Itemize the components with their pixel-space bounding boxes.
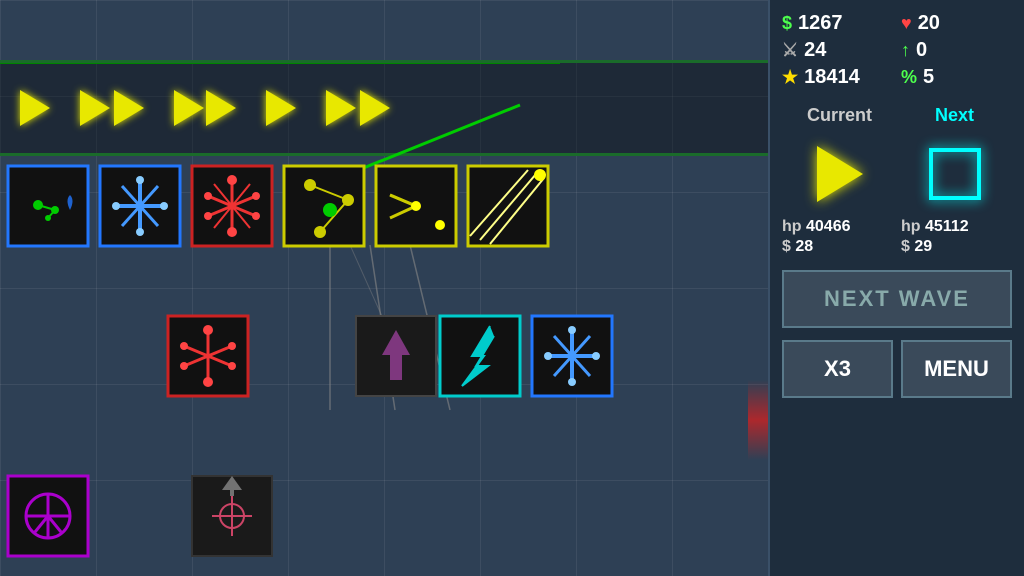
bottom-buttons: X3 MENU bbox=[782, 340, 1012, 398]
star-icon: ★ bbox=[782, 67, 798, 88]
x3-button[interactable]: X3 bbox=[782, 340, 893, 398]
current-hp-value: 40466 bbox=[806, 218, 851, 235]
next-hp-item: hp 45112 bbox=[901, 218, 1012, 236]
stats-grid: $ 1267 ♥ 20 ⚔ 24 ↑ 0 ★ 18414 % 5 bbox=[782, 12, 1012, 89]
hearts-value: 20 bbox=[918, 12, 940, 35]
heart-icon: ♥ bbox=[901, 13, 912, 34]
current-label: Current bbox=[782, 105, 897, 126]
enemy-double bbox=[80, 90, 144, 126]
dollar-icon: $ bbox=[782, 13, 792, 34]
enemy-wide bbox=[326, 90, 390, 126]
sword-value: 24 bbox=[804, 39, 826, 62]
current-wave-enemy bbox=[817, 146, 863, 202]
enemy-triangle-2 bbox=[114, 90, 144, 126]
enemy-fast-2 bbox=[206, 90, 236, 126]
enemy-triangle bbox=[20, 90, 50, 126]
sidebar: $ 1267 ♥ 20 ⚔ 24 ↑ 0 ★ 18414 % 5 Current… bbox=[768, 0, 1024, 576]
arrow-stat: ↑ 0 bbox=[901, 39, 1012, 62]
game-area bbox=[0, 0, 768, 576]
percent-icon: % bbox=[901, 67, 917, 88]
next-cost-value: 29 bbox=[914, 238, 932, 255]
next-wave-button[interactable]: NEXT WAVE bbox=[782, 270, 1012, 328]
enemy-triangle-1 bbox=[80, 90, 110, 126]
next-label: Next bbox=[897, 105, 1012, 126]
money-stat: $ 1267 bbox=[782, 12, 893, 35]
hearts-stat: ♥ 20 bbox=[901, 12, 1012, 35]
next-cost-item: $ 29 bbox=[901, 238, 1012, 256]
sword-icon: ⚔ bbox=[782, 40, 798, 61]
damage-indicator bbox=[748, 380, 768, 460]
enemy-single bbox=[20, 90, 50, 126]
percent-stat: % 5 bbox=[901, 66, 1012, 89]
percent-value: 5 bbox=[923, 66, 934, 89]
enemy-mid-tri bbox=[266, 90, 296, 126]
current-cost-item: $ 28 bbox=[782, 238, 893, 256]
stars-value: 18414 bbox=[804, 66, 860, 89]
money-value: 1267 bbox=[798, 12, 843, 35]
enemy-fast bbox=[174, 90, 236, 126]
wave-preview bbox=[782, 136, 1012, 212]
enemies-row bbox=[20, 62, 390, 154]
next-wave-enemy bbox=[929, 148, 981, 200]
current-next-labels: Current Next bbox=[782, 105, 1012, 126]
menu-button[interactable]: MENU bbox=[901, 340, 1012, 398]
current-hp-item: hp 40466 bbox=[782, 218, 893, 236]
current-cost-value: 28 bbox=[795, 238, 813, 255]
sword-stat: ⚔ 24 bbox=[782, 39, 893, 62]
enemy-wide-2 bbox=[360, 90, 390, 126]
enemy-wide-1 bbox=[326, 90, 356, 126]
enemy-mid bbox=[266, 90, 296, 126]
arrow-up-icon: ↑ bbox=[901, 40, 910, 61]
stars-stat: ★ 18414 bbox=[782, 66, 893, 89]
hp-cost-grid: hp 40466 hp 45112 $ 28 $ 29 bbox=[782, 218, 1012, 256]
next-hp-value: 45112 bbox=[925, 218, 969, 235]
enemy-fast-1 bbox=[174, 90, 204, 126]
arrow-value: 0 bbox=[916, 39, 927, 62]
